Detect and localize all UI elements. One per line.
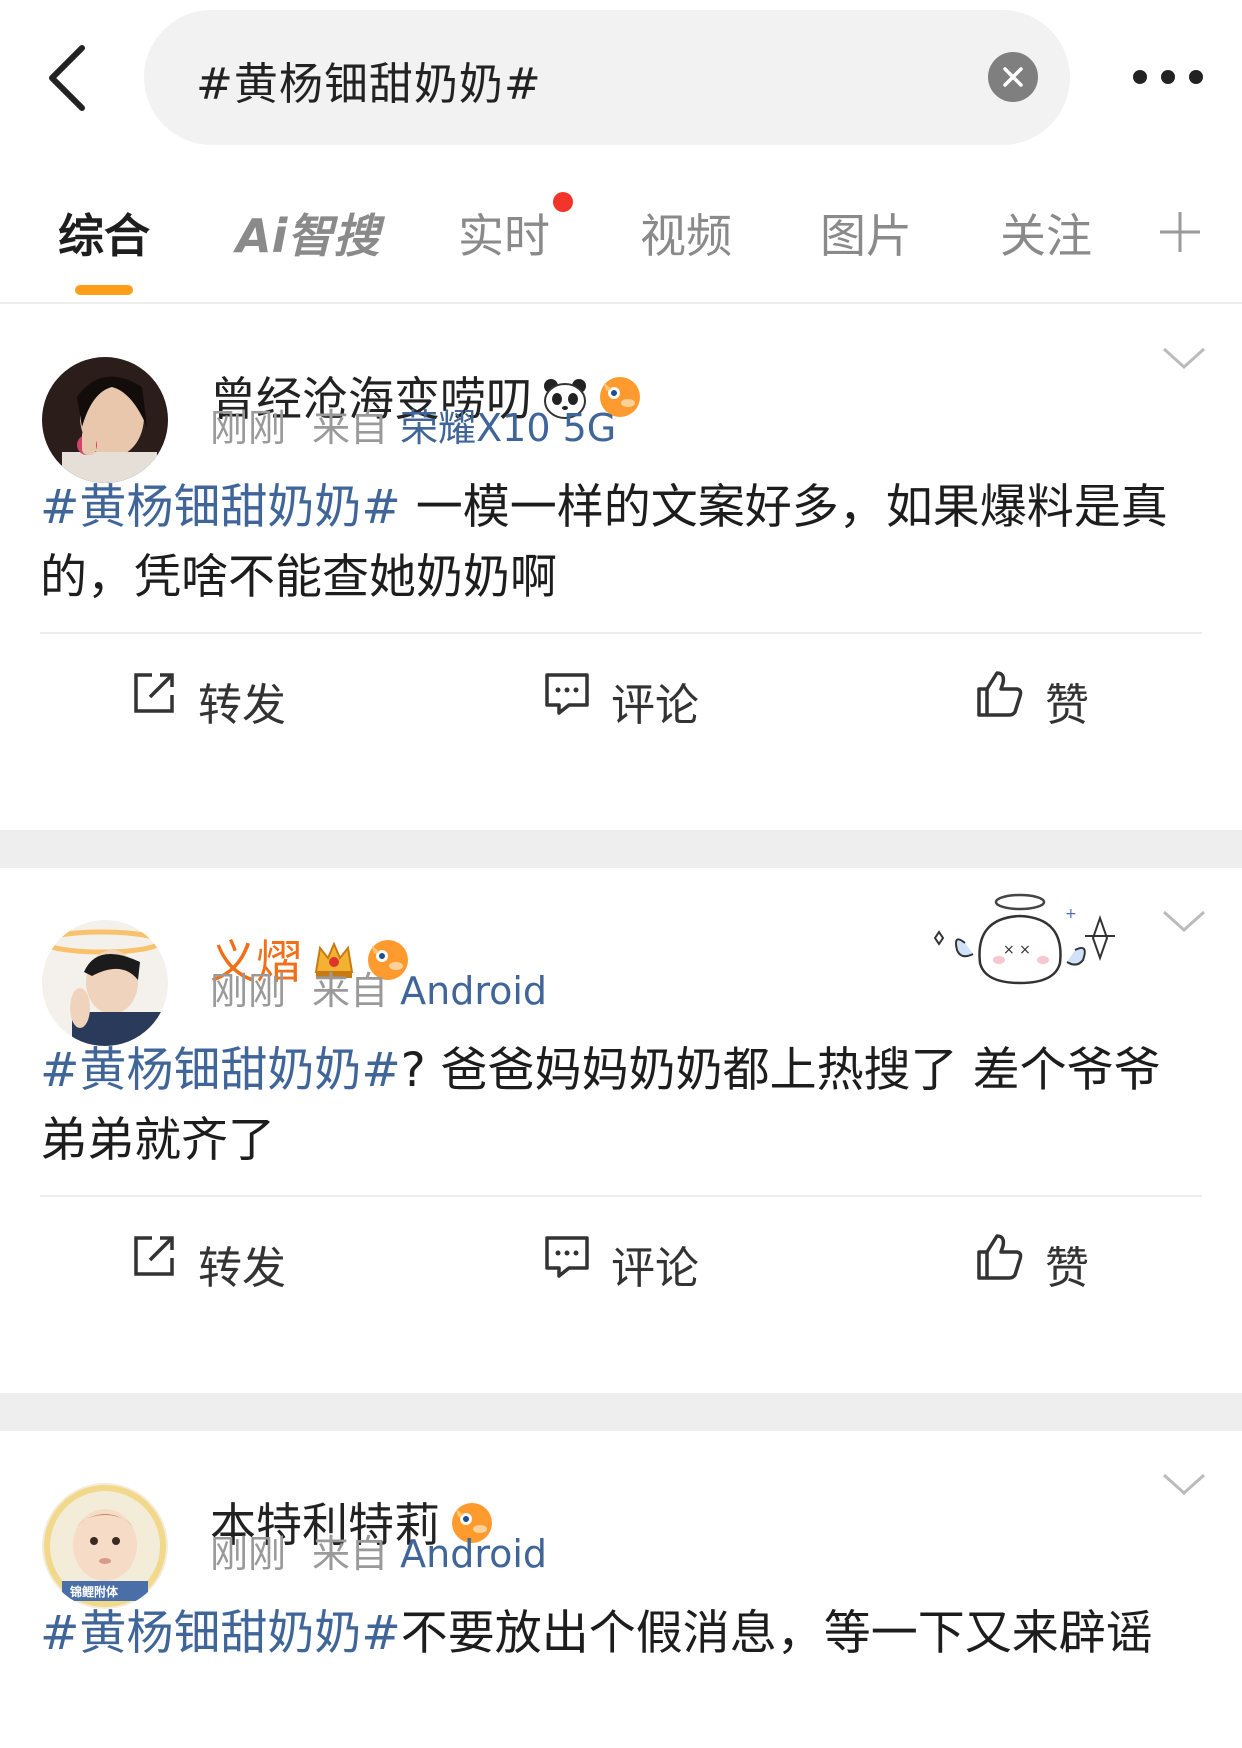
like-label: 赞 — [1045, 680, 1089, 731]
search-query[interactable]: #黄杨钿甜奶奶# — [196, 48, 542, 112]
post-source[interactable]: 荣耀X10 5G — [400, 406, 616, 450]
angel-sticker-icon: × × + — [925, 888, 1115, 1002]
post-separator — [0, 1393, 1242, 1431]
post-text: 不要放出个假消息，等一下又来辟谣 — [400, 1606, 1153, 1661]
source-prefix: 来自 — [312, 406, 389, 450]
post-time: 刚刚 — [210, 969, 287, 1013]
post-content: #黄杨钿甜奶奶# 一模一样的文案好多，如果爆料是真的，凭啥不能查她奶奶啊 — [40, 473, 1200, 613]
back-arrow-icon[interactable] — [40, 38, 100, 118]
topic-link[interactable]: #黄杨钿甜奶奶# — [40, 480, 401, 535]
chevron-down-icon[interactable] — [1160, 906, 1208, 936]
active-tab-indicator — [75, 285, 133, 295]
thumbs-up-icon — [977, 671, 1023, 717]
comment-label: 评论 — [611, 680, 699, 731]
tab-comprehensive[interactable]: 综合 — [58, 200, 150, 266]
like-label: 赞 — [1045, 1243, 1089, 1294]
comment-icon — [545, 1236, 589, 1278]
top-bar: #黄杨钿甜奶奶# — [0, 0, 1242, 155]
topic-link[interactable]: #黄杨钿甜奶奶# — [40, 1606, 401, 1661]
chevron-down-icon[interactable] — [1160, 343, 1208, 373]
divider — [0, 302, 1242, 304]
add-tab-icon[interactable] — [1158, 210, 1202, 254]
post-card: 曾经沧海变唠叨 刚刚 来自 荣耀X10 5G #黄杨钿甜奶奶# 一模一样的文案好多… — [0, 305, 1242, 830]
post-source[interactable]: Android — [400, 1532, 547, 1576]
post-meta: 刚刚 来自 荣耀X10 5G — [210, 397, 616, 452]
post-card: 锦鲤附体 本特利特莉 刚刚 来自 Android #黄杨钿甜奶奶#不要放出个假消息… — [0, 1431, 1242, 1748]
post-time: 刚刚 — [210, 406, 287, 450]
post-time: 刚刚 — [210, 1532, 287, 1576]
more-options-icon[interactable] — [1128, 60, 1208, 94]
divider — [40, 1195, 1202, 1197]
action-bar: 转发 评论 赞 — [0, 635, 1242, 755]
post-separator — [0, 830, 1242, 868]
source-prefix: 来自 — [312, 969, 389, 1013]
source-prefix: 来自 — [312, 1532, 389, 1576]
avatar[interactable] — [42, 920, 168, 1046]
repost-label: 转发 — [198, 1243, 286, 1294]
thumbs-up-icon — [977, 1234, 1023, 1280]
avatar-caption: 锦鲤附体 — [70, 1584, 119, 1599]
avatar[interactable]: 锦鲤附体 — [42, 1483, 168, 1609]
post-meta: 刚刚 来自 Android — [210, 1523, 547, 1578]
post-content: #黄杨钿甜奶奶#? 爸爸妈妈奶奶都上热搜了 差个爷爷弟弟就齐了 — [40, 1036, 1200, 1176]
svg-text:× ×: × × — [1003, 942, 1031, 958]
repost-icon — [134, 673, 174, 713]
divider — [40, 632, 1202, 634]
clear-icon[interactable] — [988, 52, 1038, 102]
tab-images[interactable]: 图片 — [820, 200, 912, 266]
avatar[interactable] — [42, 357, 168, 483]
chevron-down-icon[interactable] — [1160, 1469, 1208, 1499]
repost-icon — [134, 1236, 174, 1276]
repost-label: 转发 — [198, 680, 286, 731]
post-content: #黄杨钿甜奶奶#不要放出个假消息，等一下又来辟谣 — [40, 1599, 1200, 1669]
post-meta: 刚刚 来自 Android — [210, 960, 547, 1015]
action-bar: 转发 评论 赞 — [0, 1198, 1242, 1318]
tab-ai-search[interactable]: Ai智搜 — [236, 200, 379, 266]
tab-video[interactable]: 视频 — [640, 200, 732, 266]
post-card: 义熠 刚刚 来自 Android × × + #黄杨钿甜奶奶#? 爸爸妈妈奶奶都… — [0, 868, 1242, 1393]
tab-following[interactable]: 关注 — [1000, 200, 1092, 266]
comment-label: 评论 — [611, 1243, 699, 1294]
svg-text:+: + — [1065, 906, 1077, 922]
topic-link[interactable]: #黄杨钿甜奶奶# — [40, 1043, 401, 1098]
tab-realtime[interactable]: 实时 — [458, 200, 550, 266]
comment-icon — [545, 673, 589, 715]
search-tabs: 综合 Ai智搜 实时 视频 图片 关注 — [0, 185, 1242, 305]
search-field[interactable]: #黄杨钿甜奶奶# — [144, 10, 1070, 145]
notification-dot — [553, 192, 573, 212]
post-source[interactable]: Android — [400, 969, 547, 1013]
